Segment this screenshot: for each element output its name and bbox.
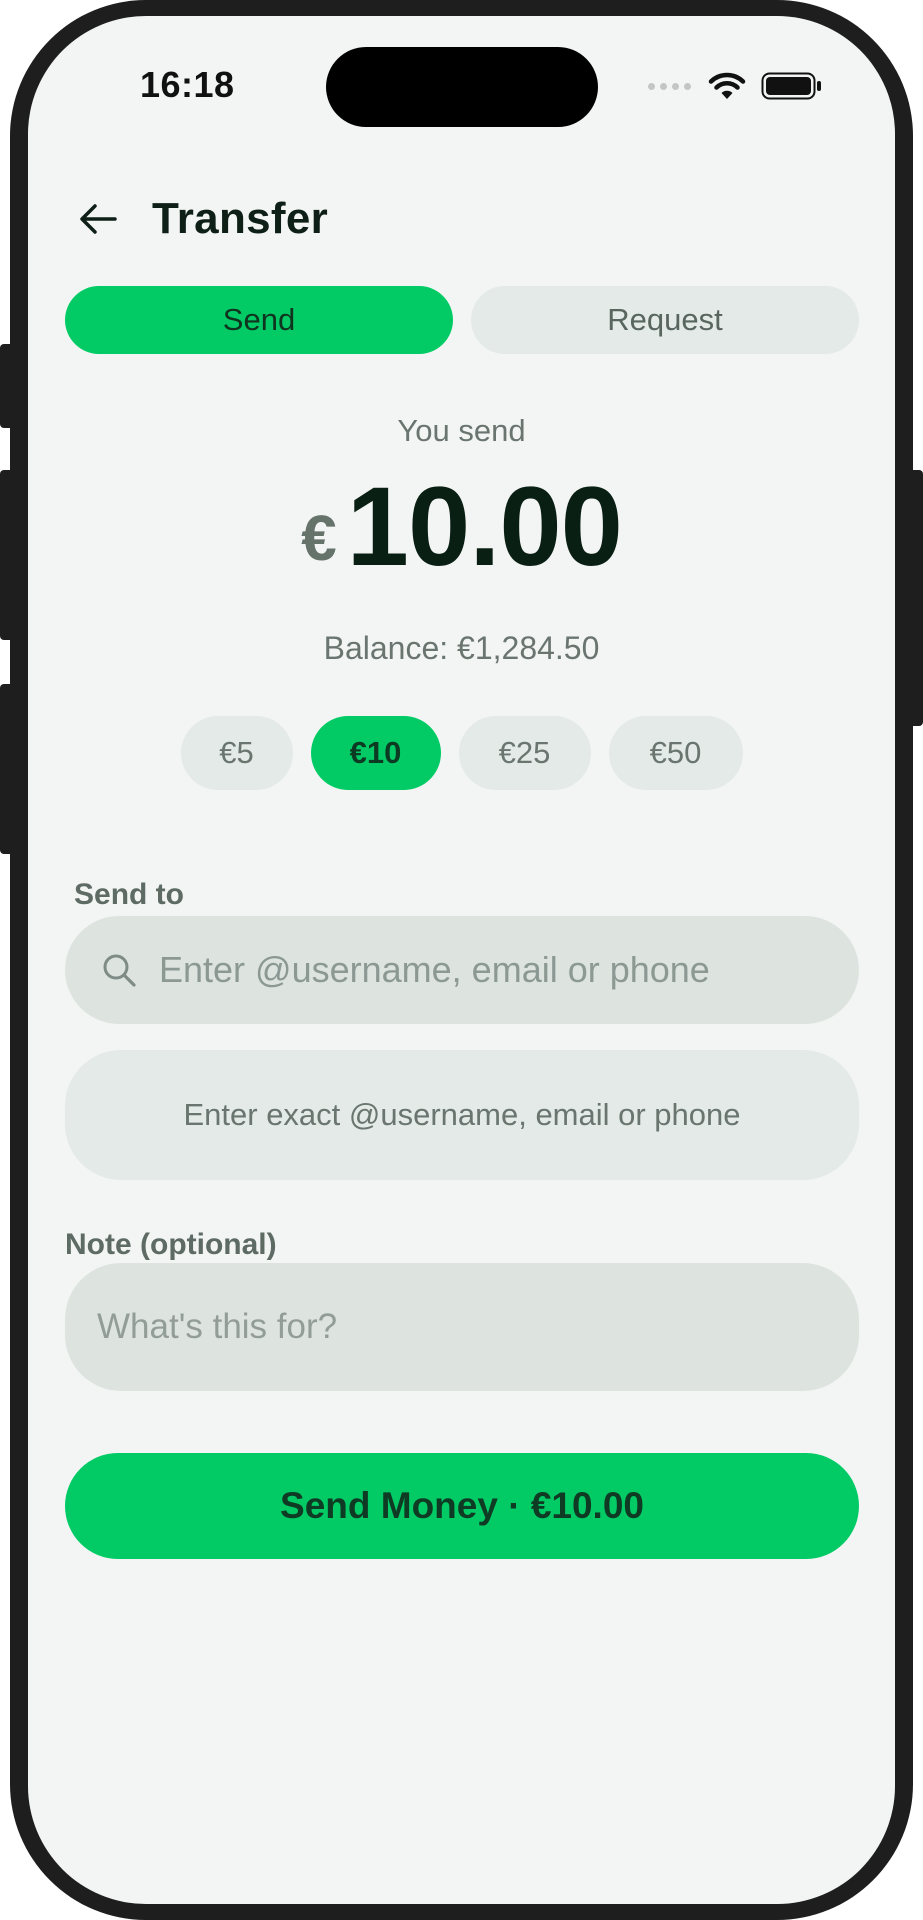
battery-icon (761, 72, 821, 100)
app-screen: 16:18 Transfer Send Request You send € 1… (28, 16, 895, 1904)
quick-amount-chips: €5 €10 €25 €50 (28, 716, 895, 790)
page-title: Transfer (152, 194, 329, 243)
amount-caption: You send (397, 413, 526, 448)
note-label: Note (optional) (65, 1228, 277, 1261)
arrow-left-icon (80, 204, 117, 234)
quick-amount-50[interactable]: €50 (608, 716, 743, 790)
wifi-icon (708, 72, 746, 99)
note-input[interactable]: What's this for? (65, 1263, 859, 1391)
quick-amount-5[interactable]: €5 (180, 716, 293, 790)
quick-amount-10[interactable]: €10 (310, 716, 441, 790)
note-placeholder: What's this for? (97, 1307, 338, 1346)
balance-text: Balance: €1,284.50 (323, 630, 600, 666)
quick-amount-25[interactable]: €25 (458, 716, 591, 790)
action-button (0, 344, 14, 428)
exact-hint: Enter exact @username, email or phone (183, 1097, 741, 1132)
power-button (909, 470, 923, 726)
signal-icon (648, 82, 691, 90)
status-indicators (648, 68, 823, 104)
volume-up-button (0, 470, 14, 640)
search-placeholder: Enter @username, email or phone (159, 949, 710, 990)
tab-send[interactable]: Send (65, 286, 453, 354)
back-button[interactable] (68, 189, 128, 249)
dynamic-island (326, 47, 598, 127)
status-time: 16:18 (140, 64, 235, 105)
recipient-search-input[interactable]: Enter @username, email or phone (65, 916, 859, 1024)
send-to-label: Send to (74, 878, 184, 911)
tab-request[interactable]: Request (471, 286, 859, 354)
recipient-exact-field[interactable]: Enter exact @username, email or phone (65, 1050, 859, 1180)
app-header: Transfer (68, 179, 328, 259)
volume-down-button (0, 684, 14, 854)
send-money-button[interactable]: Send Money · €10.00 (65, 1453, 859, 1559)
search-icon (103, 954, 136, 987)
amount-value: 10.00 (346, 464, 623, 589)
amount-display[interactable]: € 10.00 (28, 471, 895, 583)
currency-symbol: € (301, 502, 337, 574)
